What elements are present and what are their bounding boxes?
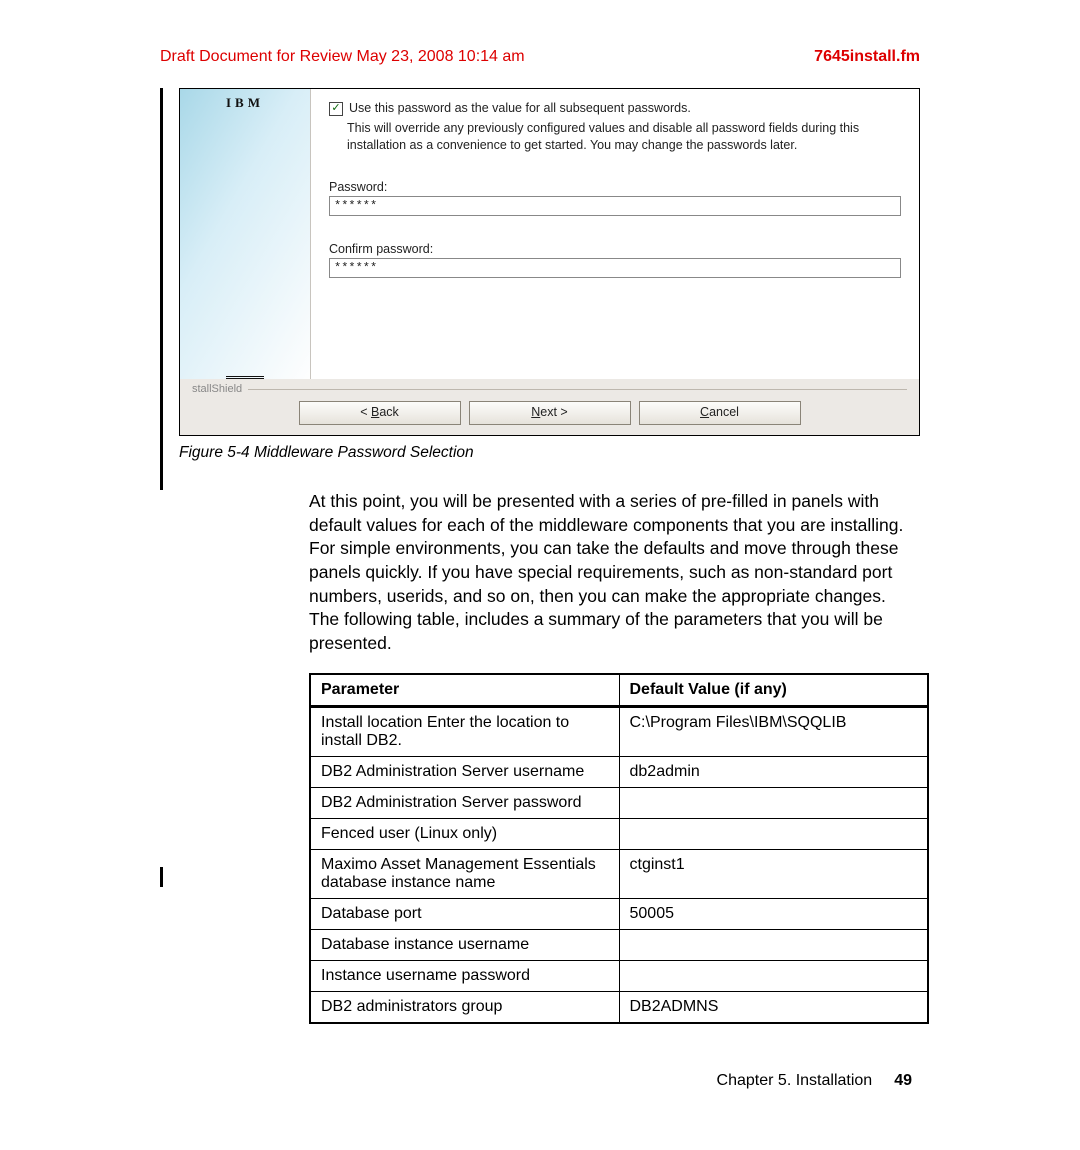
table-row: Database instance username [310,930,928,961]
divider-line [248,389,907,390]
draft-notice: Draft Document for Review May 23, 2008 1… [160,48,525,66]
default-value-cell [619,788,928,819]
chapter-label: Chapter 5. Installation [717,1072,873,1090]
cancel-button[interactable]: Cancel [639,401,801,425]
revision-bar-short [160,867,163,887]
password-description: This will override any previously config… [347,120,901,154]
confirm-password-label: Confirm password: [329,242,901,256]
back-button[interactable]: < Back [299,401,461,425]
table-row: Instance username password [310,961,928,992]
ibm-logo: IBM [226,95,264,379]
table-row: Maximo Asset Management Essentials datab… [310,850,928,899]
parameter-cell: DB2 administrators group [310,992,619,1024]
installer-sidebar: IBM [180,89,311,379]
default-value-cell: db2admin [619,757,928,788]
password-input[interactable]: ****** [329,196,901,216]
table-header-parameter: Parameter [310,674,619,707]
page-number: 49 [894,1072,912,1090]
installer-button-row: < Back Next > Cancel [180,395,919,435]
use-password-checkbox[interactable]: ✓ [329,102,343,116]
default-value-cell [619,819,928,850]
default-value-cell [619,961,928,992]
default-value-cell: DB2ADMNS [619,992,928,1024]
table-header-default: Default Value (if any) [619,674,928,707]
revision-bar [160,88,163,490]
parameter-cell: Fenced user (Linux only) [310,819,619,850]
default-value-cell: C:\Program Files\IBM\SQQLIB [619,707,928,757]
default-value-cell [619,930,928,961]
parameter-cell: Maximo Asset Management Essentials datab… [310,850,619,899]
document-page: Draft Document for Review May 23, 2008 1… [0,0,1080,1150]
parameter-cell: DB2 Administration Server password [310,788,619,819]
parameters-table: Parameter Default Value (if any) Install… [309,673,929,1024]
installer-screenshot: IBM ✓ Use this password as the value for… [179,88,920,436]
page-header: Draft Document for Review May 23, 2008 1… [160,48,920,66]
parameter-cell: Instance username password [310,961,619,992]
installer-main-panel: ✓ Use this password as the value for all… [311,89,919,379]
parameter-cell: Install location Enter the location to i… [310,707,619,757]
table-row: Database port50005 [310,899,928,930]
table-row: DB2 administrators groupDB2ADMNS [310,992,928,1024]
checkbox-label: Use this password as the value for all s… [349,101,691,115]
next-button[interactable]: Next > [469,401,631,425]
file-name: 7645install.fm [814,48,920,66]
table-row: DB2 Administration Server usernamedb2adm… [310,757,928,788]
parameter-cell: DB2 Administration Server username [310,757,619,788]
parameter-cell: Database instance username [310,930,619,961]
page-footer: Chapter 5. Installation 49 [160,1072,920,1090]
body-paragraph: At this point, you will be presented wit… [309,490,920,655]
installshield-label: stallShield [180,379,919,395]
confirm-password-input[interactable]: ****** [329,258,901,278]
figure-caption: Figure 5-4 Middleware Password Selection [179,444,920,462]
password-label: Password: [329,180,901,194]
table-row: Fenced user (Linux only) [310,819,928,850]
default-value-cell: ctginst1 [619,850,928,899]
parameter-cell: Database port [310,899,619,930]
table-row: DB2 Administration Server password [310,788,928,819]
table-row: Install location Enter the location to i… [310,707,928,757]
default-value-cell: 50005 [619,899,928,930]
